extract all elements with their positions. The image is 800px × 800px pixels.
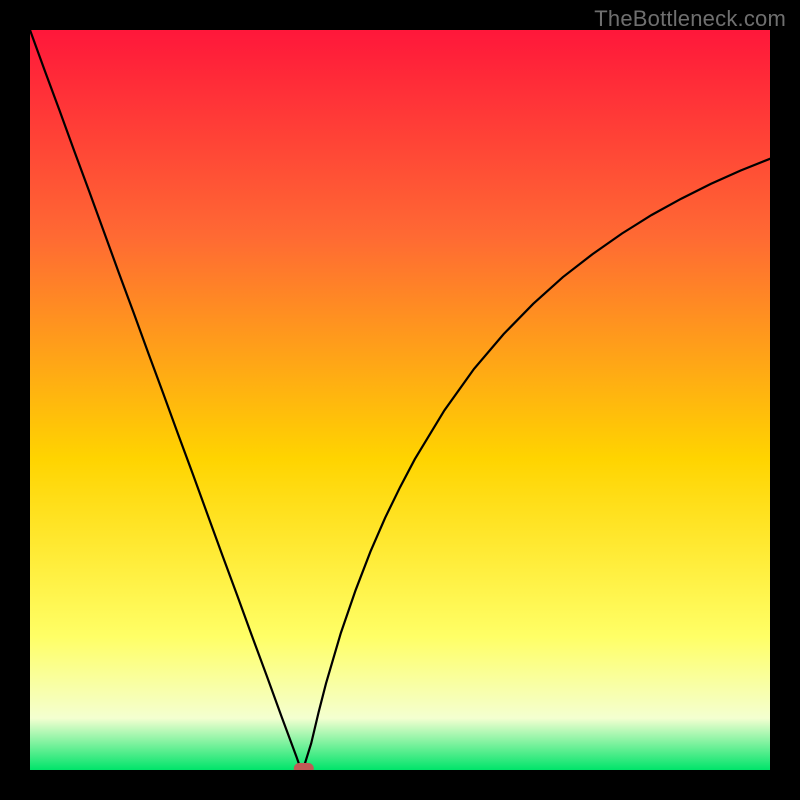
watermark-text: TheBottleneck.com (594, 6, 786, 32)
gradient-background (30, 30, 770, 770)
optimal-point-marker (294, 763, 314, 770)
chart-frame: TheBottleneck.com (0, 0, 800, 800)
plot-area (30, 30, 770, 770)
chart-svg (30, 30, 770, 770)
